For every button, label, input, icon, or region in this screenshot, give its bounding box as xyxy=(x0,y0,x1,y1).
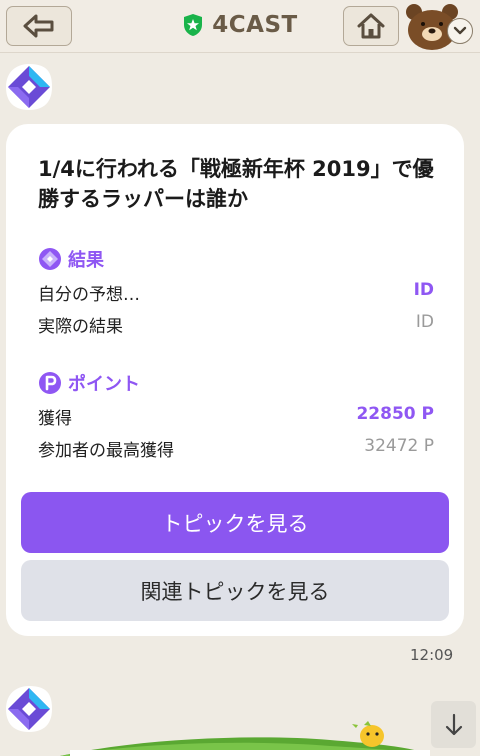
home-icon xyxy=(357,13,385,39)
question-text: 1/4に行われる「戦極新年杯 2019」で優勝するラッパーは誰か xyxy=(38,157,434,211)
points-section-title: ポイント xyxy=(68,374,140,395)
earned-points-label: 獲得 xyxy=(38,409,72,429)
view-topic-button[interactable]: トピックを見る xyxy=(21,492,449,553)
earned-points-row: 獲得 22850 P xyxy=(38,402,434,430)
result-section-title: 結果 xyxy=(68,250,104,271)
bot-avatar-icon[interactable] xyxy=(4,62,54,112)
max-points-row: 参加者の最高獲得 32472 P xyxy=(38,434,434,462)
actual-result-label: 実際の結果 xyxy=(38,317,123,337)
scroll-down-button[interactable] xyxy=(431,701,476,748)
points-p-icon xyxy=(39,372,61,394)
result-section-header: 結果 xyxy=(38,246,104,272)
my-prediction-label: 自分の予想… xyxy=(38,285,140,305)
my-prediction-value: ID xyxy=(413,280,434,300)
points-section-header: ポイント xyxy=(38,370,140,396)
my-prediction-row: 自分の予想… ID xyxy=(38,278,434,306)
message-timestamp: 12:09 xyxy=(410,646,454,664)
verified-star-badge-icon xyxy=(184,14,203,36)
max-points-value: 32472 P xyxy=(364,436,434,456)
earned-points-value: 22850 P xyxy=(356,404,434,424)
view-related-topics-button[interactable]: 関連トピックを見る xyxy=(21,560,449,621)
chevron-down-icon xyxy=(453,26,467,35)
result-logo-icon xyxy=(39,248,61,270)
actual-result-row: 実際の結果 ID xyxy=(38,310,434,338)
grass-decoration xyxy=(60,721,430,756)
max-points-label: 参加者の最高獲得 xyxy=(38,441,174,461)
header-bar: 4CAST xyxy=(0,0,480,53)
home-button[interactable] xyxy=(343,6,399,46)
result-card: 1/4に行われる「戦極新年杯 2019」で優勝するラッパーは誰か 結果 自分の予… xyxy=(6,124,464,636)
arrow-down-icon xyxy=(445,713,462,735)
actual-result-value: ID xyxy=(415,312,434,332)
menu-toggle-button[interactable] xyxy=(447,18,473,44)
page-title: 4CAST xyxy=(212,12,298,38)
